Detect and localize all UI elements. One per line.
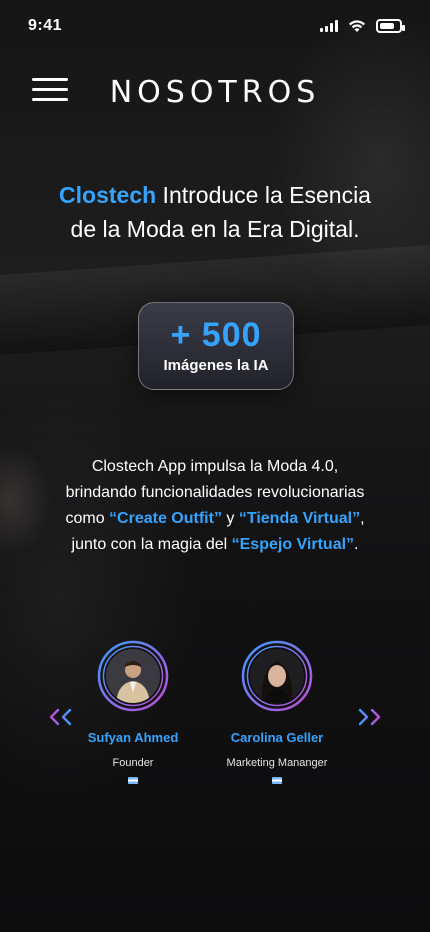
member-role: Founder [112,757,154,769]
feature-tienda-virtual: “Tienda Virtual” [238,510,361,527]
brand-name: Clostech [59,182,157,208]
headline-line1: Introduce la Esencia [156,182,371,208]
description-line2: brindando funcionalidades revolucionaria… [65,484,365,501]
avatar [250,649,304,703]
description-line1: Clostech App impulsa la Moda 4.0, [91,458,339,475]
hamburger-menu-icon[interactable] [32,76,68,104]
team-member-card[interactable]: Carolina Geller Marketing Mananger [202,640,352,784]
team-member-card[interactable]: Sufyan Ahmed Founder [58,640,208,784]
description-line4: junto con la magia del “Espejo Virtual”. [40,532,390,558]
member-name: Carolina Geller [230,730,324,745]
page-title: NOSOTROS [109,74,321,110]
feature-espejo-virtual: “Espejo Virtual” [231,536,355,553]
member-role: Marketing Mananger [226,757,328,769]
flag-icon [128,777,138,784]
headline-line2: de la Moda en la Era Digital. [70,216,360,242]
flag-icon [272,777,282,784]
description-paragraph: Clostech App impulsa la Moda 4.0, brinda… [0,454,430,558]
header: NOSOTROS [0,64,430,120]
feature-create-outfit: “Create Outfit” [109,510,222,527]
description-text: , [360,510,365,527]
description-text: como [65,510,110,527]
member-name: Sufyan Ahmed [87,730,179,745]
avatar-ring [97,640,169,712]
description-line3: como “Create Outfit” y “Tienda Virtual”, [40,506,390,532]
description-text: y [221,510,239,527]
double-chevron-right-icon[interactable] [354,702,384,732]
status-icons [320,19,405,33]
status-bar: 9:41 [0,0,430,52]
stat-label: Imágenes la IA [163,357,269,374]
stat-value: + 500 [170,316,262,354]
battery-icon [376,19,405,33]
hero-headline: Clostech Introduce la Esencia de la Moda… [0,178,430,246]
team-carousel: Sufyan Ahmed Founder Carolina Geller Mar… [0,640,430,790]
wifi-icon [349,20,365,32]
description-text: junto con la magia del [71,536,232,553]
stat-card: + 500 Imágenes la IA [138,302,294,390]
description-text: . [354,536,359,553]
cellular-signal-icon [320,20,338,32]
avatar [106,649,160,703]
avatar-ring [241,640,313,712]
status-time: 9:41 [28,17,63,34]
